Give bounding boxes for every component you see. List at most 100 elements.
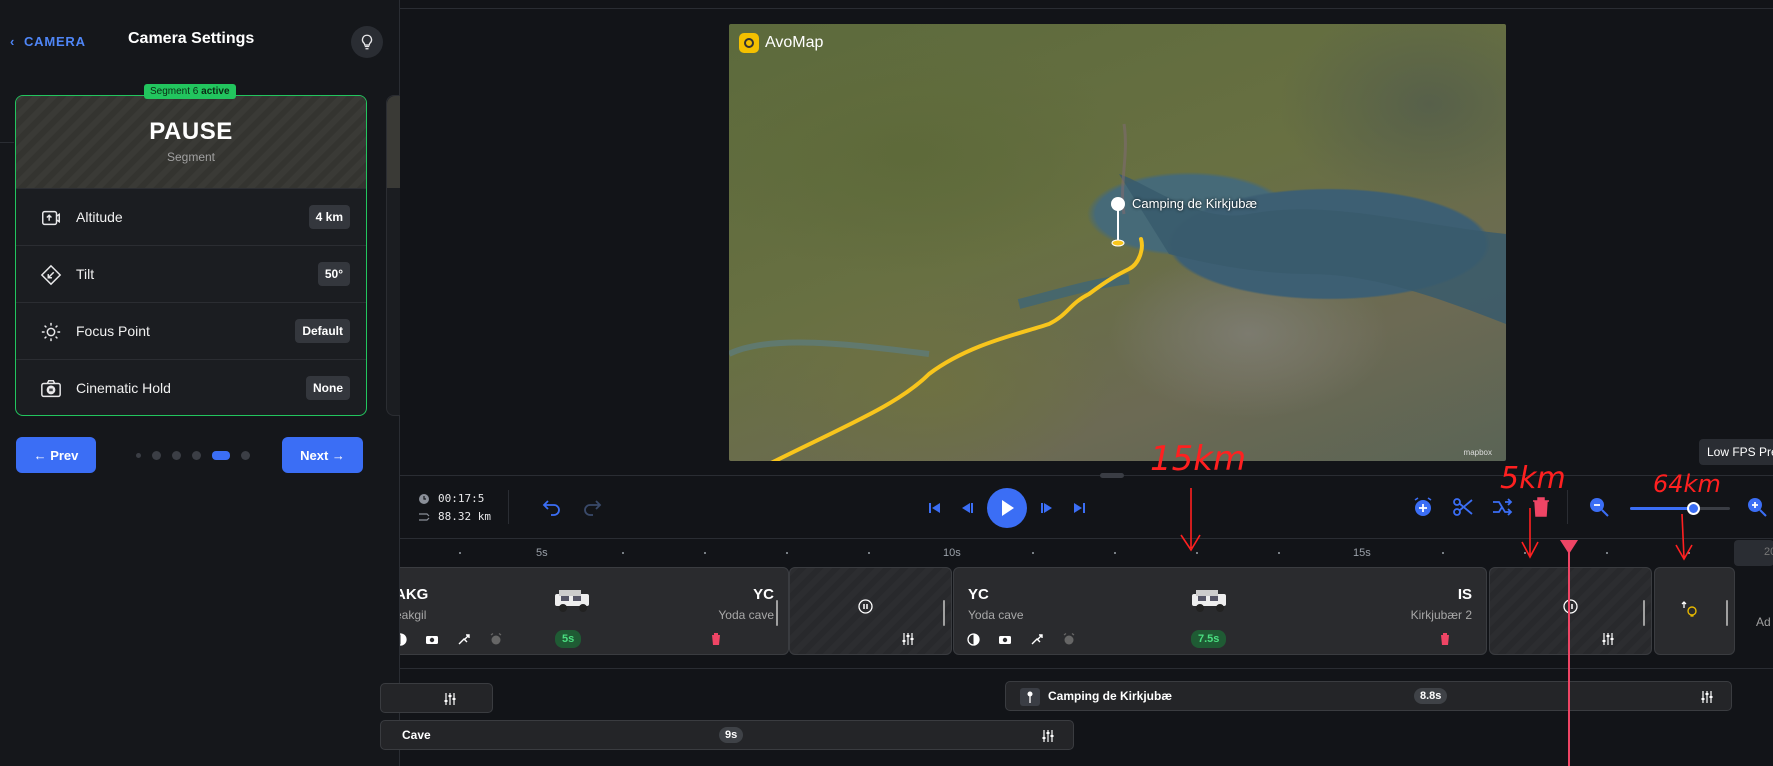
camera-icon[interactable] xyxy=(996,630,1014,648)
ruler-tick xyxy=(868,552,870,554)
play-button[interactable] xyxy=(987,488,1027,528)
segment-pagination xyxy=(136,451,250,460)
camera-icon[interactable] xyxy=(423,630,441,648)
skip-to-end-icon[interactable] xyxy=(1072,502,1086,514)
segment-duration[interactable]: 5s xyxy=(555,630,582,648)
adjust-sliders-icon[interactable] xyxy=(1700,690,1714,704)
alarm-icon[interactable] xyxy=(1060,630,1078,648)
camera-effect-icon[interactable] xyxy=(964,630,982,648)
pin-label: Camping de Kirkjubæ xyxy=(1048,689,1173,703)
playhead[interactable] xyxy=(1568,540,1570,766)
segment-duration[interactable]: 7.5s xyxy=(1191,630,1227,648)
distance-icon xyxy=(419,513,430,521)
pause-segment-block-active[interactable] xyxy=(1489,567,1652,655)
segment-type: PAUSE xyxy=(149,118,233,145)
chevron-left-icon: ‹ xyxy=(10,34,24,49)
avomap-logo-icon xyxy=(739,33,759,53)
camera-effect-icon[interactable] xyxy=(400,630,409,648)
skip-to-start-icon[interactable] xyxy=(928,502,942,514)
clock-icon xyxy=(419,494,429,504)
map-preview[interactable]: AvoMap Camping de Kirkjubæ mapbox xyxy=(729,24,1506,461)
step-forward-icon[interactable] xyxy=(1040,502,1054,514)
zoom-slider-fill xyxy=(1630,507,1694,510)
setting-row-tilt[interactable]: Tilt 50° xyxy=(16,245,366,302)
zoom-out-icon[interactable] xyxy=(1588,496,1610,518)
segment-from-code: AKG xyxy=(400,586,429,603)
camera-settings-panel: ‹ CAMERA Camera Settings Segment 6 activ… xyxy=(0,0,400,766)
pause-icon xyxy=(1563,599,1578,614)
label-track-item[interactable] xyxy=(380,683,493,713)
end-waypoint-block[interactable] xyxy=(1654,567,1735,655)
route-branch-icon[interactable] xyxy=(1028,630,1046,648)
pause-icon xyxy=(858,599,873,614)
split-route-icon[interactable] xyxy=(1491,496,1513,518)
ruler-label: 15s xyxy=(1353,547,1371,559)
pin-duration[interactable]: 9s xyxy=(719,727,744,743)
page-dot-active[interactable] xyxy=(212,451,230,460)
prev-button[interactable]: ← Prev xyxy=(16,437,96,473)
altitude-value[interactable]: 4 km xyxy=(308,205,350,229)
adjust-sliders-icon[interactable] xyxy=(1601,632,1615,646)
zoom-slider-thumb[interactable] xyxy=(1687,502,1700,515)
undo-icon[interactable] xyxy=(542,498,562,516)
ruler-tick xyxy=(1278,552,1280,554)
page-dot[interactable] xyxy=(241,451,250,460)
setting-label: Cinematic Hold xyxy=(76,380,171,396)
segment-from-name: eakgil xyxy=(400,608,427,622)
redo-icon[interactable] xyxy=(582,498,602,516)
page-dot[interactable] xyxy=(192,451,201,460)
resize-handle[interactable] xyxy=(1643,600,1645,626)
panel-title: Camera Settings xyxy=(128,30,255,47)
pin-track-item[interactable]: Cave 9s xyxy=(380,720,1074,750)
back-to-camera-link[interactable]: ‹ CAMERA xyxy=(10,34,86,49)
scissors-icon[interactable] xyxy=(1452,496,1474,518)
step-back-icon[interactable] xyxy=(960,502,974,514)
page-dot[interactable] xyxy=(136,453,141,458)
add-keyframe-icon[interactable] xyxy=(1412,496,1434,518)
tilt-value[interactable]: 50° xyxy=(317,262,350,286)
route-segment-block[interactable]: YC IS Yoda cave Kirkjubær 2 7.5s xyxy=(953,567,1487,655)
adjust-sliders-icon[interactable] xyxy=(901,632,915,646)
resize-handle[interactable] xyxy=(776,600,778,626)
segment-status-badge: Segment 6 active xyxy=(144,84,236,99)
delete-icon[interactable] xyxy=(1530,495,1552,519)
focus-point-icon xyxy=(41,322,61,342)
route-segment-block[interactable]: AKG YC eakgil Yoda cave 5s xyxy=(400,567,789,655)
ruler-tick xyxy=(1196,552,1198,554)
tips-button[interactable] xyxy=(351,26,383,58)
setting-row-cinematic-hold[interactable]: Cinematic Hold None xyxy=(16,359,366,415)
current-distance: 88.32 km xyxy=(438,510,491,523)
pin-label: Cave xyxy=(402,728,431,742)
resize-handle[interactable] xyxy=(1726,600,1728,626)
pause-segment-block[interactable] xyxy=(789,567,952,655)
zoom-slider[interactable] xyxy=(1630,502,1730,515)
route-branch-icon[interactable] xyxy=(455,630,473,648)
adjust-sliders-icon[interactable] xyxy=(1041,729,1055,743)
setting-row-focus-point[interactable]: Focus Point Default xyxy=(16,302,366,359)
setting-row-altitude[interactable]: Altitude 4 km xyxy=(16,188,366,245)
divider xyxy=(508,490,509,524)
page-dot[interactable] xyxy=(152,451,161,460)
add-label[interactable]: Ad xyxy=(1756,615,1771,629)
next-button[interactable]: Next → xyxy=(282,437,363,473)
alarm-icon[interactable] xyxy=(487,630,505,648)
ruler-tick xyxy=(1524,552,1526,554)
cinematic-hold-icon xyxy=(41,380,61,398)
page-dot[interactable] xyxy=(172,451,181,460)
back-label: CAMERA xyxy=(23,34,86,49)
ruler-tick xyxy=(1688,552,1690,554)
playhead-handle[interactable] xyxy=(1560,540,1578,554)
pin-duration[interactable]: 8.8s xyxy=(1414,688,1448,704)
adjust-sliders-icon[interactable] xyxy=(443,692,457,706)
setting-label: Altitude xyxy=(76,209,123,225)
pin-track-item[interactable]: Camping de Kirkjubæ 8.8s xyxy=(1005,681,1732,711)
ruler-tick xyxy=(622,552,624,554)
resize-handle[interactable] xyxy=(943,600,945,626)
delete-segment-icon[interactable] xyxy=(1439,632,1451,646)
setting-label: Focus Point xyxy=(76,323,150,339)
zoom-in-icon[interactable] xyxy=(1746,496,1768,518)
delete-segment-icon[interactable] xyxy=(710,632,722,646)
next-segment-card-peek[interactable] xyxy=(386,95,400,416)
cinematic-hold-value[interactable]: None xyxy=(306,376,350,400)
focus-point-value[interactable]: Default xyxy=(295,319,350,343)
